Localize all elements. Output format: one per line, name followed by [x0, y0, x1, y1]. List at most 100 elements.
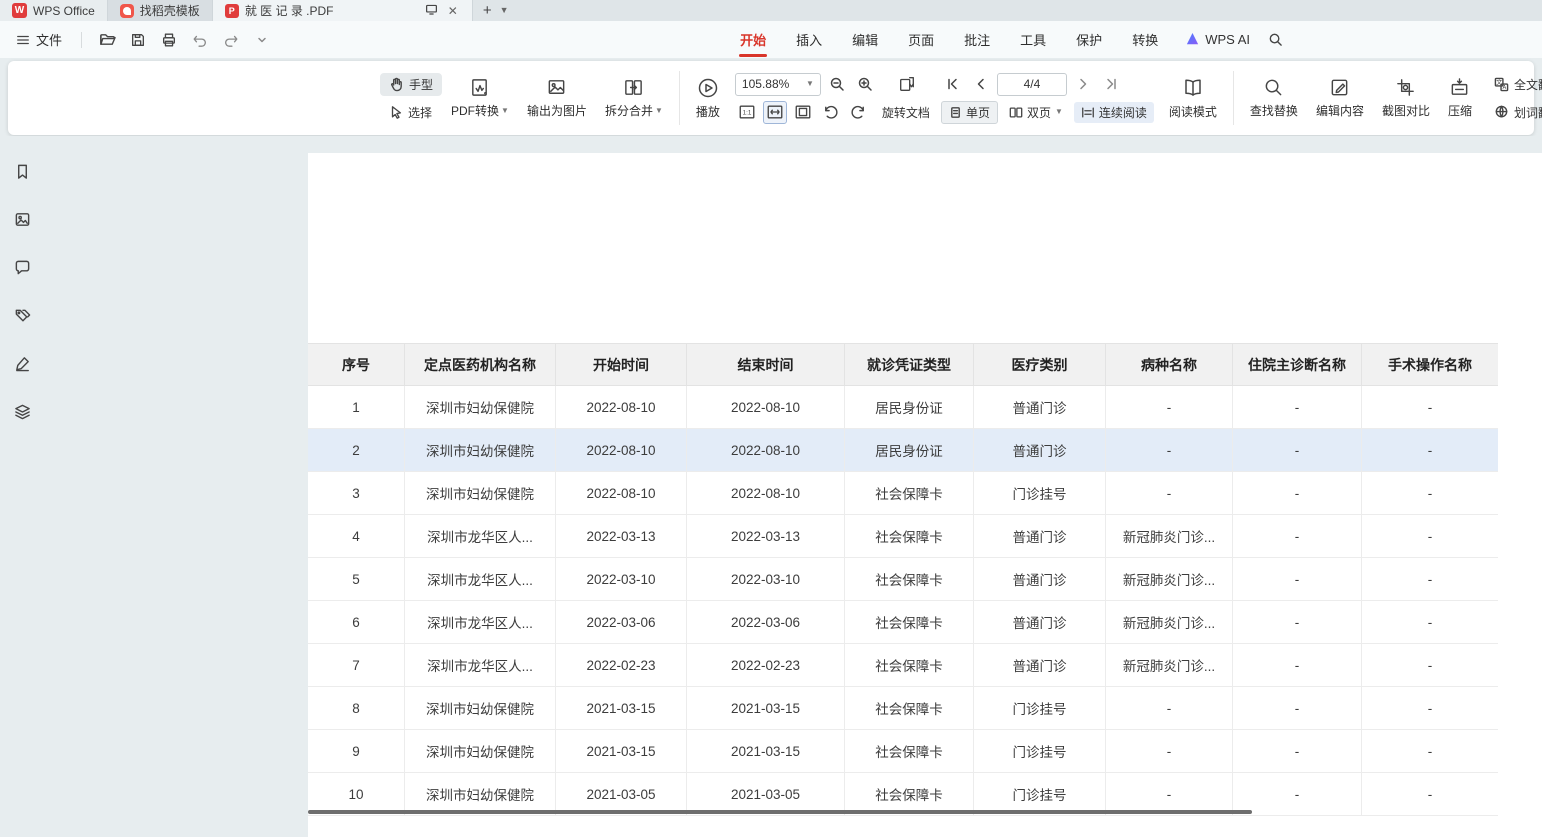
print-button[interactable] [157, 28, 181, 52]
table-row[interactable]: 6深圳市龙华区人...2022-03-062022-03-06社会保障卡普通门诊… [308, 601, 1498, 644]
tab-wps-office[interactable]: W WPS Office [0, 0, 108, 21]
ribbon-tabs: 开始 插入 编辑 页面 批注 工具 保护 转换 WPS AI [725, 22, 1262, 57]
table-cell: 6 [308, 601, 405, 644]
tab-annotate[interactable]: 批注 [949, 22, 1005, 57]
double-page-icon [1009, 106, 1023, 119]
table-row[interactable]: 1深圳市妇幼保健院2022-08-102022-08-10居民身份证普通门诊--… [308, 386, 1498, 429]
page-number-input[interactable] [997, 73, 1067, 96]
table-cell: 9 [308, 730, 405, 773]
continuous-read-label: 连续阅读 [1099, 104, 1147, 121]
export-image-button[interactable]: 输出为图片 [518, 72, 596, 124]
signature-icon[interactable] [8, 350, 36, 376]
close-tab-icon[interactable]: ✕ [446, 4, 460, 18]
last-page-button[interactable] [1099, 73, 1123, 96]
document-workspace: 序号定点医药机构名称开始时间结束时间就诊凭证类型医疗类别病种名称住院主诊断名称手… [0, 136, 1542, 837]
edit-pencil-icon [1329, 77, 1350, 98]
actual-size-button[interactable]: 1:1 [735, 101, 759, 124]
tab-wps-ai[interactable]: WPS AI [1173, 24, 1262, 55]
compress-button[interactable]: 压缩 [1439, 72, 1481, 124]
tab-tools[interactable]: 工具 [1005, 22, 1061, 57]
fit-window-button[interactable] [895, 73, 919, 96]
column-header: 医疗类别 [974, 343, 1106, 386]
table-row[interactable]: 9深圳市妇幼保健院2021-03-152021-03-15社会保障卡门诊挂号--… [308, 730, 1498, 773]
table-cell: 深圳市龙华区人... [405, 644, 556, 687]
last-page-icon [1104, 77, 1118, 91]
table-row[interactable]: 8深圳市妇幼保健院2021-03-152021-03-15社会保障卡门诊挂号--… [308, 687, 1498, 730]
pdf-convert-button[interactable]: PDF转换▼ [442, 72, 518, 124]
hand-tool-button[interactable]: 手型 [380, 73, 442, 96]
tab-home[interactable]: 开始 [725, 22, 781, 57]
redo-button[interactable] [219, 28, 243, 52]
quick-access-chevron-icon[interactable] [250, 28, 274, 52]
table-cell: 2022-03-10 [556, 558, 687, 601]
tab-convert[interactable]: 转换 [1117, 22, 1173, 57]
first-page-button[interactable] [941, 73, 965, 96]
table-cell: 深圳市妇幼保健院 [405, 687, 556, 730]
tab-docer-templates[interactable]: 找稻壳模板 [108, 0, 213, 21]
read-mode-button[interactable]: 阅读模式 [1160, 72, 1226, 125]
fit-page-button[interactable] [791, 101, 815, 124]
table-cell: 3 [308, 472, 405, 515]
table-cell: - [1362, 558, 1498, 601]
table-row[interactable]: 2深圳市妇幼保健院2022-08-102022-08-10居民身份证普通门诊--… [308, 429, 1498, 472]
comment-icon[interactable] [8, 254, 36, 280]
table-row[interactable]: 5深圳市龙华区人...2022-03-102022-03-10社会保障卡普通门诊… [308, 558, 1498, 601]
printer-icon [161, 32, 177, 48]
tab-edit[interactable]: 编辑 [837, 22, 893, 57]
table-cell: 7 [308, 644, 405, 687]
window-tab-bar: W WPS Office 找稻壳模板 P 就 医 记 录 .PDF ✕ + ▼ [0, 0, 1542, 21]
fit-width-button[interactable] [763, 101, 787, 124]
rotate-left-button[interactable] [819, 101, 843, 124]
thumbnail-icon[interactable] [8, 206, 36, 232]
present-mode-icon[interactable] [423, 3, 440, 19]
next-page-button[interactable] [1071, 73, 1095, 96]
zoom-out-button[interactable] [825, 73, 849, 96]
tab-insert[interactable]: 插入 [781, 22, 837, 57]
tab-list-chevron-icon[interactable]: ▼ [500, 6, 509, 15]
bookmark-icon[interactable] [8, 158, 36, 184]
tab-protect[interactable]: 保护 [1061, 22, 1117, 57]
new-tab-button[interactable]: + [483, 2, 492, 19]
continuous-read-button[interactable]: 连续阅读 [1074, 102, 1154, 123]
table-cell: 8 [308, 687, 405, 730]
full-translate-button[interactable]: 文A 全文翻译 [1485, 73, 1542, 96]
play-button[interactable]: 播放 [687, 72, 729, 125]
tab-label: 就 医 记 录 .PDF [245, 2, 334, 19]
table-cell: 深圳市妇幼保健院 [405, 730, 556, 773]
screenshot-compare-button[interactable]: 截图对比 [1373, 72, 1439, 124]
table-row[interactable]: 3深圳市妇幼保健院2022-08-102022-08-10社会保障卡门诊挂号--… [308, 472, 1498, 515]
word-translate-button[interactable]: 划词翻译 ▼ [1485, 101, 1542, 124]
zoom-in-button[interactable] [853, 73, 877, 96]
table-row[interactable]: 4深圳市龙华区人...2022-03-132022-03-13社会保障卡普通门诊… [308, 515, 1498, 558]
global-search-button[interactable] [1262, 27, 1288, 53]
find-replace-button[interactable]: 查找替换 [1241, 72, 1307, 124]
edit-content-button[interactable]: 编辑内容 [1307, 72, 1373, 124]
table-cell: - [1362, 773, 1498, 816]
zoom-level-select[interactable]: 105.88% ▼ [735, 73, 821, 96]
single-page-button[interactable]: 单页 [941, 101, 998, 124]
undo-button[interactable] [188, 28, 212, 52]
tab-page[interactable]: 页面 [893, 22, 949, 57]
chevron-down-icon: ▼ [806, 80, 814, 88]
pdf-page[interactable]: 序号定点医药机构名称开始时间结束时间就诊凭证类型医疗类别病种名称住院主诊断名称手… [308, 153, 1542, 837]
table-cell: - [1233, 601, 1362, 644]
previous-page-icon [974, 77, 988, 91]
compress-label: 压缩 [1448, 102, 1472, 119]
layers-icon[interactable] [8, 398, 36, 424]
tab-medical-record-pdf[interactable]: P 就 医 记 录 .PDF ✕ [213, 0, 473, 21]
folder-open-icon [99, 31, 116, 48]
previous-page-button[interactable] [969, 73, 993, 96]
rotate-right-button[interactable] [847, 101, 871, 124]
save-button[interactable] [126, 28, 150, 52]
table-row[interactable]: 7深圳市龙华区人...2022-02-232022-02-23社会保障卡普通门诊… [308, 644, 1498, 687]
select-tool-button[interactable]: 选择 [380, 101, 442, 124]
split-merge-button[interactable]: 拆分合并▼ [596, 72, 672, 124]
file-menu-button[interactable]: 文件 [10, 26, 68, 53]
open-file-button[interactable] [95, 28, 119, 52]
column-header: 开始时间 [556, 343, 687, 386]
double-page-button[interactable]: 双页 ▼ [1002, 102, 1070, 123]
tags-icon[interactable] [8, 302, 36, 328]
horizontal-scrollbar[interactable] [308, 810, 1252, 814]
rotate-doc-button[interactable]: 旋转文档 [875, 102, 937, 123]
chevron-down-icon: ▼ [1055, 108, 1063, 116]
